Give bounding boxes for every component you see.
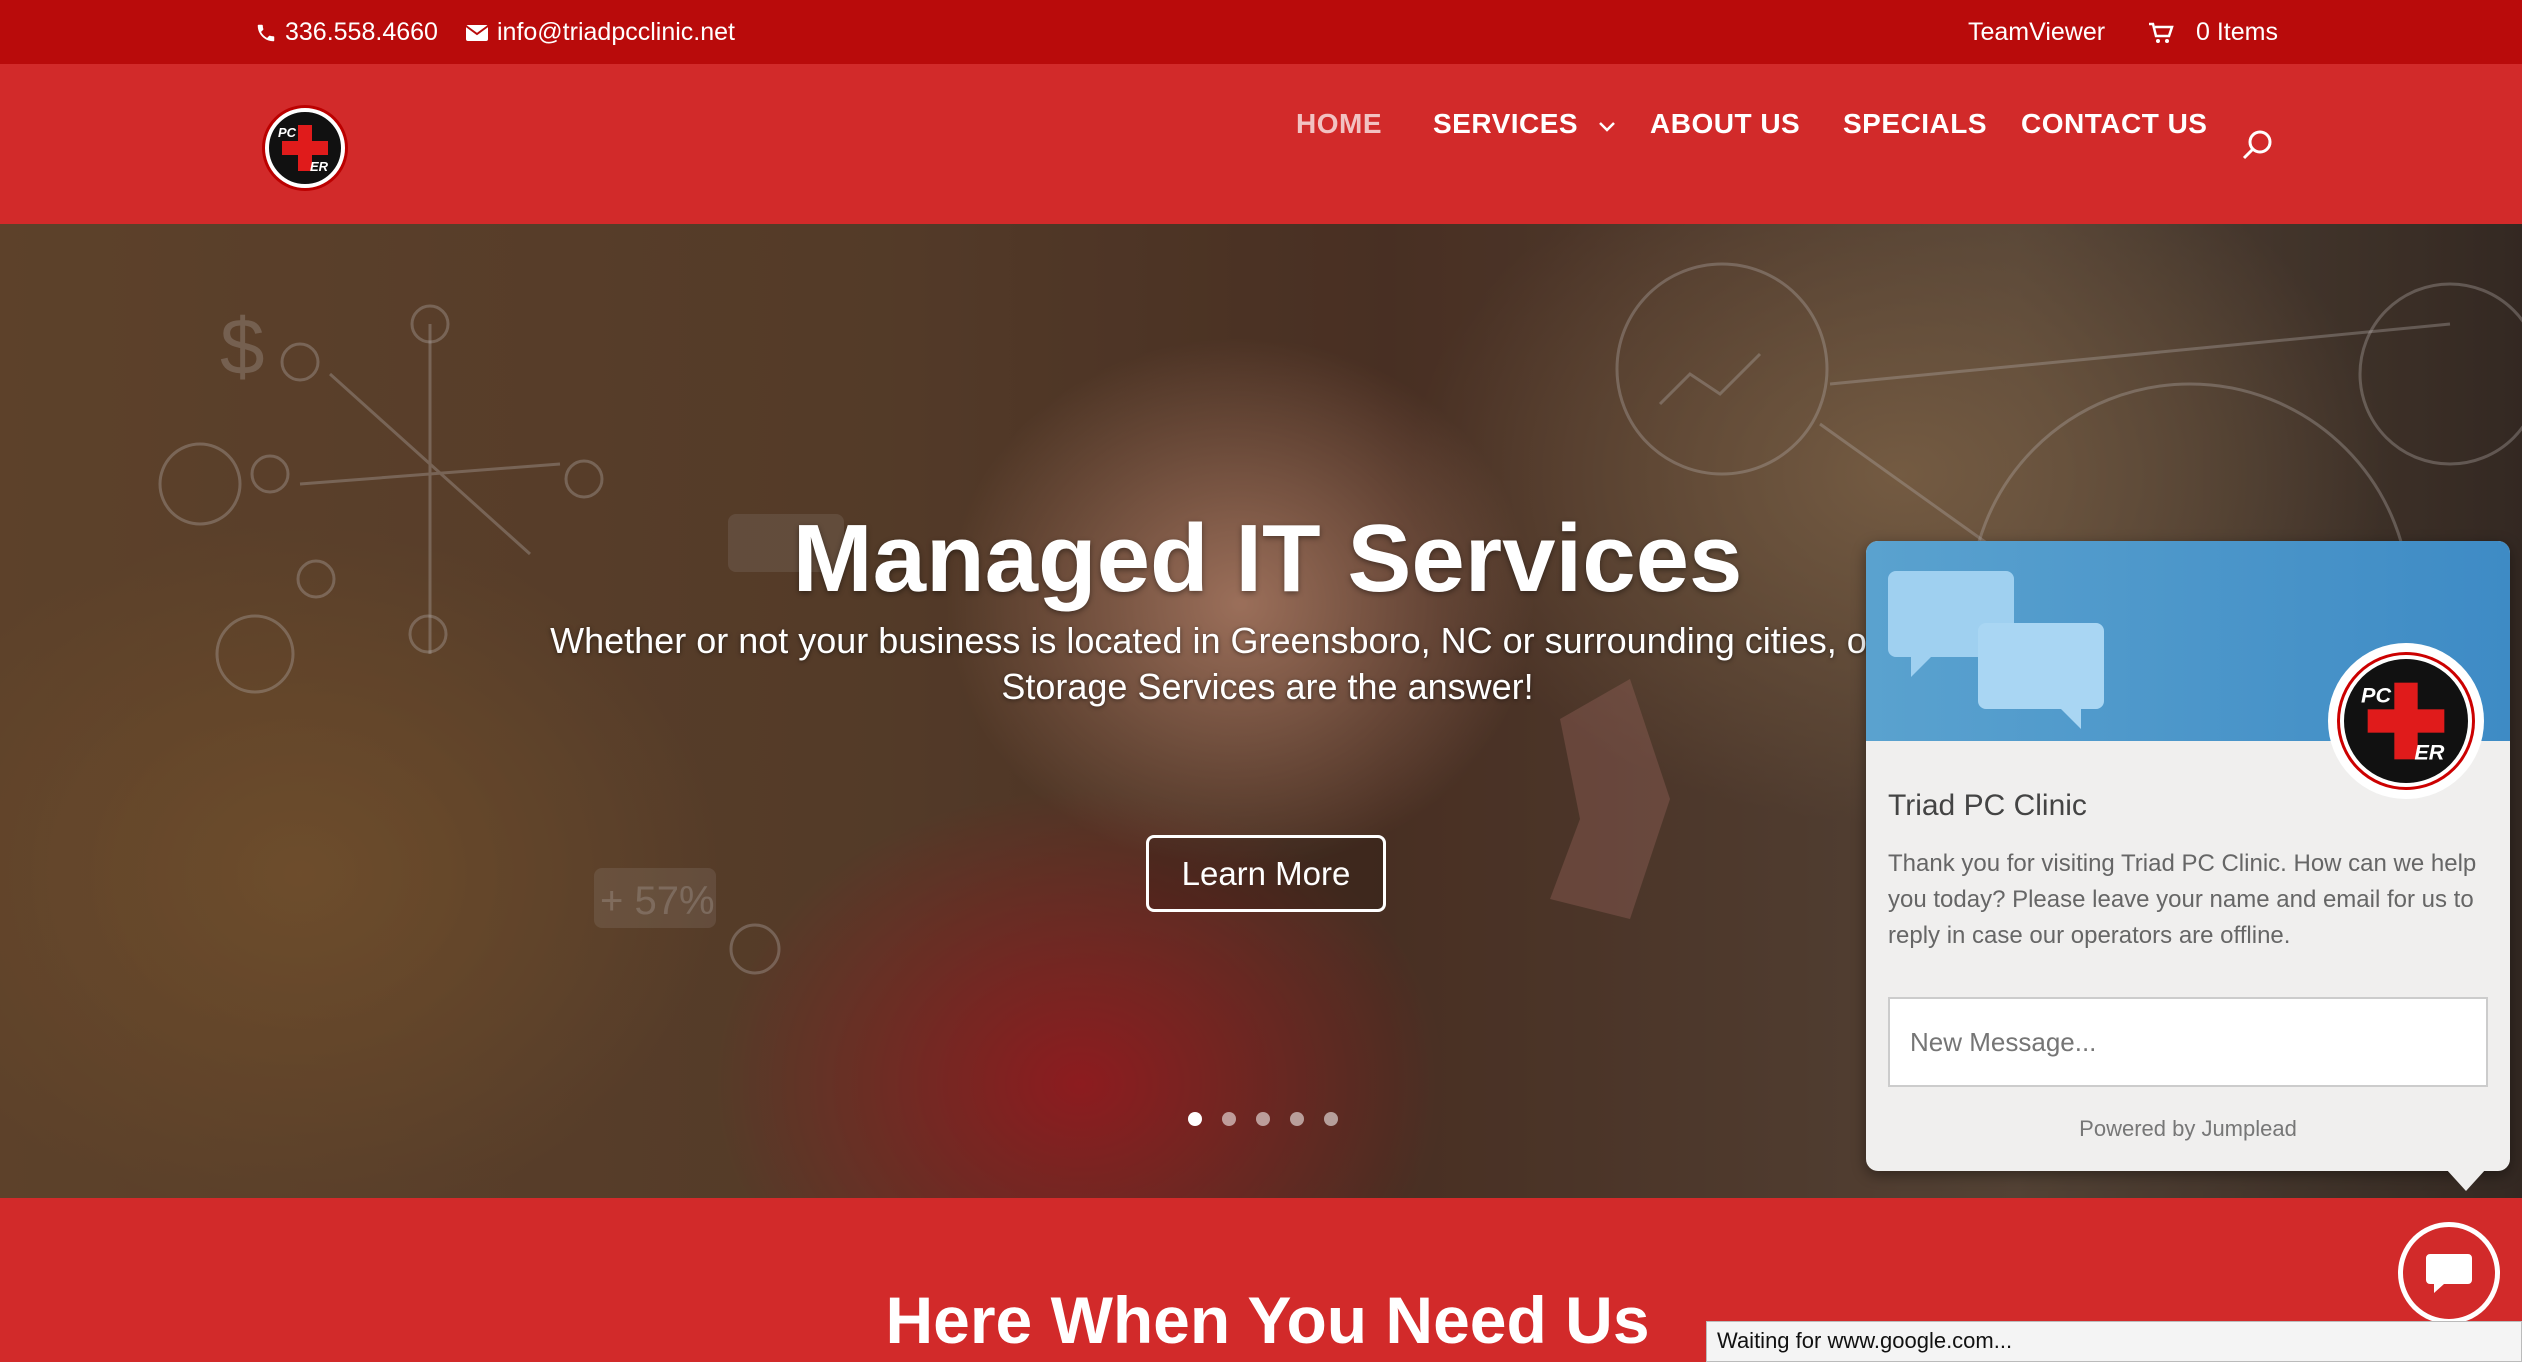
search-icon[interactable]	[2240, 128, 2274, 162]
nav-home[interactable]: HOME	[1296, 108, 1382, 140]
svg-text:ER: ER	[2414, 739, 2444, 764]
slider-dots	[1188, 1112, 1338, 1126]
chat-powered-by[interactable]: Powered by Jumplead	[1866, 1116, 2510, 1142]
svg-text:PC: PC	[278, 125, 297, 140]
email-address: info@triadpcclinic.net	[497, 18, 735, 46]
nav-specials[interactable]: SPECIALS	[1843, 108, 1987, 140]
nav-about-us[interactable]: ABOUT US	[1650, 108, 1800, 140]
svg-text:PC: PC	[2361, 683, 2391, 708]
slider-dot-1[interactable]	[1188, 1112, 1202, 1126]
chat-greeting: Thank you for visiting Triad PC Clinic. …	[1888, 850, 2477, 949]
email-link[interactable]: info@triadpcclinic.net	[465, 18, 735, 47]
logo-cross-icon: PC ER	[2361, 682, 2445, 764]
slider-dot-4[interactable]	[1290, 1112, 1304, 1126]
chat-bubble-icon	[2426, 1254, 2472, 1293]
chat-launcher-button[interactable]	[2398, 1222, 2500, 1324]
teamviewer-link[interactable]: TeamViewer	[1968, 18, 2105, 47]
chat-avatar: PC ER	[2328, 643, 2484, 799]
chat-company-name: Triad PC Clinic	[1888, 789, 2087, 822]
top-bar: 336.558.4660 info@triadpcclinic.net Team…	[0, 0, 2522, 64]
cart-icon	[2149, 22, 2174, 43]
chat-bubbles-icon	[1888, 571, 2104, 729]
learn-more-button[interactable]: Learn More	[1146, 835, 1386, 912]
chat-tail	[2446, 1169, 2486, 1191]
slider-dot-5[interactable]	[1324, 1112, 1338, 1126]
browser-status-bar: Waiting for www.google.com...	[1706, 1321, 2522, 1362]
phone-icon	[257, 24, 275, 41]
phone-number: 336.558.4660	[285, 18, 438, 46]
cart-link[interactable]: 0 Items	[2148, 18, 2278, 47]
site-header: PC ER HOME SERVICES ABOUT US SPECIALS CO…	[0, 64, 2522, 224]
phone-link[interactable]: 336.558.4660	[255, 18, 438, 47]
teamviewer-label: TeamViewer	[1968, 18, 2106, 46]
slider-dot-2[interactable]	[1222, 1112, 1236, 1126]
nav-services-label: SERVICES	[1433, 108, 1579, 139]
site-logo[interactable]: PC ER	[265, 108, 345, 188]
nav-services[interactable]: SERVICES	[1433, 108, 1616, 140]
slider-dot-3[interactable]	[1256, 1112, 1270, 1126]
logo-cross-icon: PC ER	[278, 125, 329, 174]
chat-widget: PC ER Triad PC Clinic Thank you for visi…	[1866, 541, 2510, 1191]
cart-count: 0 Items	[2196, 18, 2278, 46]
svg-text:ER: ER	[310, 159, 329, 174]
nav-contact-us[interactable]: CONTACT US	[2021, 108, 2207, 140]
envelope-icon	[465, 24, 489, 41]
chat-message-input[interactable]	[1888, 997, 2488, 1087]
hero-subtitle: Whether or not your business is located …	[550, 620, 1985, 707]
chevron-down-icon	[1599, 122, 1616, 132]
